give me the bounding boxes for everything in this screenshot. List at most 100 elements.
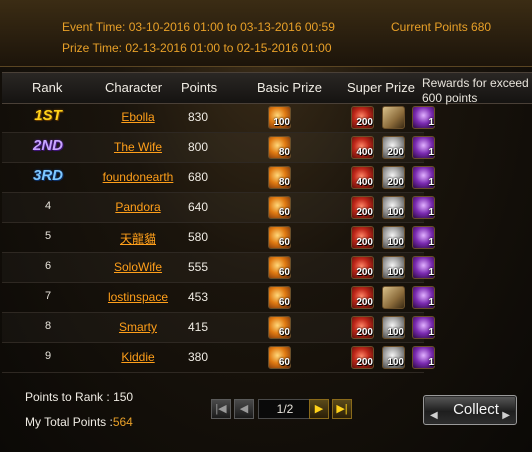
rank-cell: 8 — [44, 320, 52, 332]
icon-count: 1 — [428, 327, 434, 338]
character-link[interactable]: lostinspace — [82, 290, 194, 304]
icon-count: 200 — [356, 327, 373, 338]
points-header: Points — [181, 80, 218, 95]
scroll-icon — [382, 286, 405, 309]
last-page-icon[interactable]: ▶| — [332, 399, 352, 419]
icon-count: 400 — [356, 177, 373, 188]
table-row: 3RD foundonearth 680 80 400 200 1 — [2, 163, 435, 193]
table-row: 9 Kiddie 380 60 200 100 1 — [2, 343, 435, 373]
character-link[interactable]: The Wife — [82, 140, 194, 154]
character-link[interactable]: Smarty — [82, 320, 194, 334]
collect-right-deco-icon: ▶ — [502, 410, 510, 421]
points-to-rank: Points to Rank : 150 — [25, 390, 133, 404]
icon-count: 400 — [356, 147, 373, 158]
red-orb-icon: 200 — [351, 286, 374, 309]
gold-coin-icon: 100 — [268, 106, 291, 129]
icon-count: 100 — [387, 207, 404, 218]
icon-count: 60 — [278, 297, 290, 308]
table-row: 8 Smarty 415 60 200 100 1 — [2, 313, 435, 343]
silver-orb-icon: 100 — [382, 226, 405, 249]
icon-count: 1 — [428, 297, 434, 308]
character-link[interactable]: Ebolla — [82, 110, 194, 124]
icon-count: 200 — [356, 357, 373, 368]
silver-orb-icon: 100 — [382, 316, 405, 339]
collect-button-label: Collect — [453, 401, 499, 418]
collect-button[interactable]: ◀ Collect ▶ — [423, 395, 517, 425]
icon-count: 1 — [428, 117, 434, 128]
event-time: Event Time: 03-10-2016 01:00 to 03-13-20… — [62, 20, 335, 34]
purple-gem-icon: 1 — [412, 256, 435, 279]
icon-count: 80 — [278, 147, 290, 158]
silver-orb-icon: 200 — [382, 136, 405, 159]
silver-orb-icon: 100 — [382, 196, 405, 219]
total-points-value: 564 — [112, 415, 133, 429]
icon-count: 200 — [356, 267, 373, 278]
gold-coin-icon: 80 — [268, 166, 291, 189]
rank-cell: 5 — [44, 230, 52, 242]
next-page-icon[interactable]: ▶ — [309, 399, 329, 419]
prize-time-label: Prize Time: — [62, 41, 123, 55]
icon-count: 1 — [428, 267, 434, 278]
icon-count: 100 — [387, 327, 404, 338]
icon-count: 60 — [278, 237, 290, 248]
purple-gem-icon: 1 — [412, 166, 435, 189]
total-points-label: My Total Points : — [25, 415, 113, 429]
collect-left-deco-icon: ◀ — [430, 410, 438, 421]
icon-count: 60 — [278, 327, 290, 338]
character-link[interactable]: foundonearth — [82, 170, 194, 184]
red-orb-icon: 200 — [351, 196, 374, 219]
rewards-note-header: Rewards for exceed 600 points — [422, 76, 529, 105]
purple-gem-icon: 1 — [412, 316, 435, 339]
event-header: Event Time: 03-10-2016 01:00 to 03-13-20… — [0, 0, 532, 67]
red-orb-icon: 200 — [351, 316, 374, 339]
points-cell: 555 — [187, 260, 209, 274]
event-time-label: Event Time: — [62, 20, 126, 34]
table-row: 7 lostinspace 453 60 200 1 — [2, 283, 435, 313]
icon-count: 200 — [356, 207, 373, 218]
gold-coin-icon: 80 — [268, 136, 291, 159]
first-page-icon[interactable]: |◀ — [211, 399, 231, 419]
gold-coin-icon: 60 — [268, 226, 291, 249]
icon-count: 60 — [278, 207, 290, 218]
scroll-icon — [382, 106, 405, 129]
points-cell: 453 — [187, 290, 209, 304]
points-cell: 640 — [187, 200, 209, 214]
rank-cell: 4 — [44, 200, 52, 212]
current-points-label: Current Points — [391, 20, 468, 34]
prize-time-value: 02-13-2016 01:00 to 02-15-2016 01:00 — [125, 41, 332, 55]
icon-count: 80 — [278, 177, 290, 188]
points-cell: 830 — [187, 110, 209, 124]
character-link[interactable]: SoloWife — [82, 260, 194, 274]
table-header: Rank Character Points Basic Prize Super … — [2, 72, 532, 105]
icon-count: 100 — [273, 117, 290, 128]
character-link[interactable]: Kiddie — [82, 350, 194, 364]
icon-count: 1 — [428, 237, 434, 248]
purple-gem-icon: 1 — [412, 106, 435, 129]
rank-cell: 9 — [44, 350, 52, 362]
gold-coin-icon: 60 — [268, 316, 291, 339]
icon-count: 100 — [387, 237, 404, 248]
rank-cell: 6 — [44, 260, 52, 272]
icon-count: 200 — [387, 147, 404, 158]
prev-page-icon[interactable]: ◀ — [234, 399, 254, 419]
points-to-rank-label: Points to Rank : — [25, 390, 110, 404]
table-row: 5 天龍貓 580 60 200 100 1 — [2, 223, 435, 253]
page-indicator: 1/2 — [258, 399, 312, 419]
red-orb-icon: 200 — [351, 346, 374, 369]
points-cell: 680 — [187, 170, 209, 184]
icon-count: 200 — [356, 117, 373, 128]
rank-header: Rank — [32, 80, 63, 95]
red-orb-icon: 400 — [351, 136, 374, 159]
character-link[interactable]: 天龍貓 — [82, 230, 194, 247]
icon-count: 1 — [428, 357, 434, 368]
icon-count: 200 — [356, 297, 373, 308]
red-orb-icon: 200 — [351, 256, 374, 279]
gold-coin-icon: 60 — [268, 256, 291, 279]
character-link[interactable]: Pandora — [82, 200, 194, 214]
points-cell: 800 — [187, 140, 209, 154]
icon-count: 60 — [278, 267, 290, 278]
prize-time: Prize Time: 02-13-2016 01:00 to 02-15-20… — [62, 41, 332, 55]
table-row: 6 SoloWife 555 60 200 100 1 — [2, 253, 435, 283]
table-row: 4 Pandora 640 60 200 100 1 — [2, 193, 435, 223]
pagination: |◀ ◀ 1/2 ▶ ▶| — [211, 399, 352, 419]
